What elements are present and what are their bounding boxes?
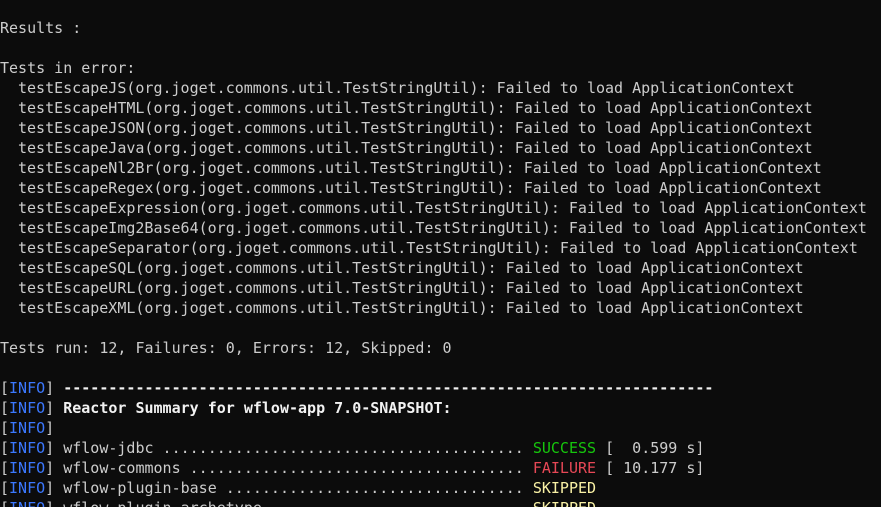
module-time: [ 10.177 s] bbox=[596, 459, 705, 477]
module-name: wflow-commons ..........................… bbox=[63, 459, 533, 477]
info-tag: INFO bbox=[9, 459, 46, 477]
error-line: testEscapeImg2Base64(org.joget.commons.u… bbox=[18, 219, 867, 237]
error-line: testEscapeRegex(org.joget.commons.util.T… bbox=[18, 179, 822, 197]
module-name: wflow-plugin-archetype .................… bbox=[63, 499, 533, 507]
info-tag: INFO bbox=[9, 499, 45, 507]
info-tag: INFO bbox=[9, 479, 46, 497]
info-line-blank: [INFO] bbox=[0, 419, 55, 437]
module-row: [INFO] wflow-plugin-archetype ..........… bbox=[0, 498, 596, 507]
module-row: [INFO] wflow-commons ...................… bbox=[0, 459, 705, 477]
error-line: testEscapeSeparator(org.joget.commons.ut… bbox=[18, 239, 858, 257]
info-tag: INFO bbox=[9, 379, 46, 397]
reactor-summary-title: Reactor Summary for wflow-app 7.0-SNAPSH… bbox=[63, 399, 452, 417]
module-row: [INFO] wflow-plugin-base ...............… bbox=[0, 479, 597, 497]
info-tag: INFO bbox=[9, 439, 46, 457]
module-time: [ 0.599 s] bbox=[596, 439, 705, 457]
info-tag: INFO bbox=[9, 399, 46, 417]
module-status: SKIPPED bbox=[533, 499, 596, 507]
module-status: SKIPPED bbox=[532, 479, 597, 497]
module-status: SUCCESS bbox=[532, 439, 597, 457]
test-summary-line: Tests run: 12, Failures: 0, Errors: 12, … bbox=[0, 339, 452, 357]
tests-in-error-heading: Tests in error: bbox=[0, 59, 136, 77]
error-line: testEscapeSQL(org.joget.commons.util.Tes… bbox=[18, 259, 804, 277]
info-line-reactor-title: [INFO] Reactor Summary for wflow-app 7.0… bbox=[0, 399, 452, 417]
module-row: [INFO] wflow-jdbc ......................… bbox=[0, 439, 705, 457]
error-line: testEscapeHTML(org.joget.commons.util.Te… bbox=[18, 99, 813, 117]
terminal-output[interactable]: Results : Tests in error: testEscapeJS(o… bbox=[0, 0, 881, 507]
error-line: testEscapeNl2Br(org.joget.commons.util.T… bbox=[18, 159, 822, 177]
error-line: testEscapeXML(org.joget.commons.util.Tes… bbox=[18, 299, 804, 317]
module-status: FAILURE bbox=[532, 459, 597, 477]
results-heading: Results : bbox=[0, 19, 82, 37]
error-line: testEscapeJS(org.joget.commons.util.Test… bbox=[18, 79, 795, 97]
error-line: testEscapeJava(org.joget.commons.util.Te… bbox=[18, 139, 813, 157]
error-line: testEscapeExpression(org.joget.commons.u… bbox=[18, 199, 867, 217]
separator-dashes: ----------------------------------------… bbox=[63, 379, 714, 397]
info-tag: INFO bbox=[9, 419, 46, 437]
module-name: wflow-plugin-base ......................… bbox=[63, 479, 533, 497]
error-line: testEscapeURL(org.joget.commons.util.Tes… bbox=[18, 279, 804, 297]
error-line: testEscapeJSON(org.joget.commons.util.Te… bbox=[18, 119, 813, 137]
info-line-separator: [INFO] ---------------------------------… bbox=[0, 379, 714, 397]
module-name: wflow-jdbc .............................… bbox=[63, 439, 533, 457]
